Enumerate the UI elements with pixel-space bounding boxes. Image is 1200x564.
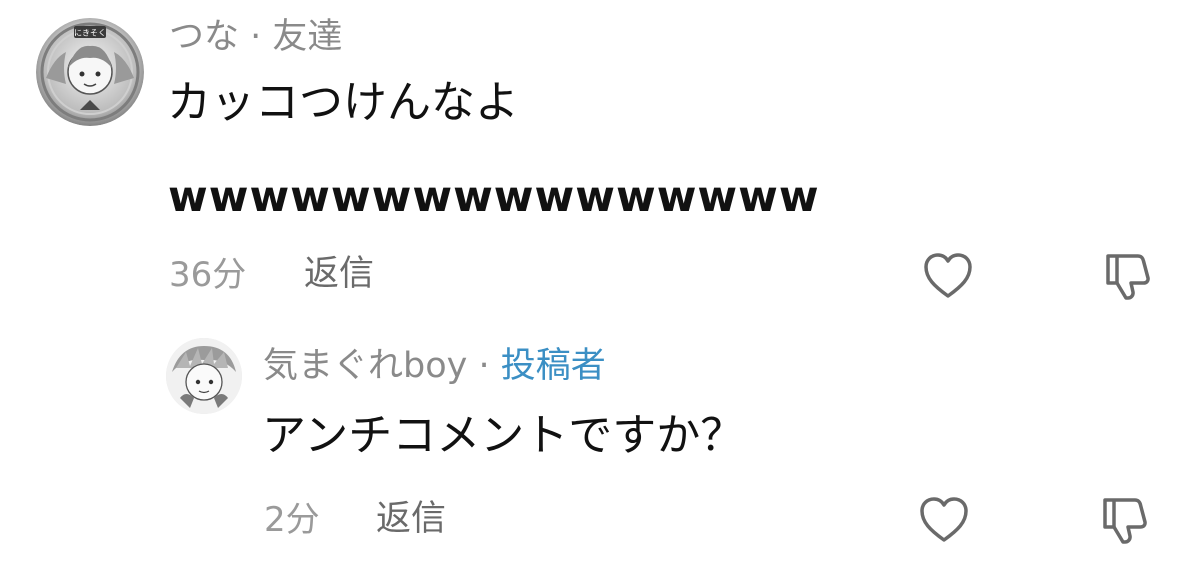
comment-time: 2分	[264, 500, 320, 540]
meta-separator: ·	[467, 346, 501, 386]
poster-badge: 投稿者	[500, 346, 606, 386]
avatar[interactable]	[166, 338, 242, 414]
comment-text-line-1: カッコつけんなよ	[167, 77, 519, 128]
avatar-image: にきそく	[36, 18, 144, 126]
thumbs-down-icon[interactable]	[1100, 250, 1156, 302]
heart-icon[interactable]	[918, 496, 970, 544]
meta-separator: ·	[239, 17, 273, 57]
comment-text: アンチコメントですか？	[262, 410, 745, 461]
author-name[interactable]: 気まぐれboy	[263, 346, 467, 386]
thumbs-down-icon[interactable]	[1097, 494, 1153, 546]
author-name[interactable]: つな	[169, 17, 239, 57]
relation-label: 友達	[272, 17, 343, 57]
comment-text-line-2: wwwwwwwwwwwwwwww	[168, 172, 820, 222]
comment-time: 36分	[169, 255, 247, 295]
comment-meta: 気まぐれboy · 投稿者	[263, 346, 606, 386]
reply-button[interactable]: 返信	[304, 254, 374, 294]
heart-icon[interactable]	[922, 252, 974, 300]
avatar[interactable]: にきそく	[36, 18, 144, 126]
avatar-badge-text: にきそく	[74, 29, 106, 38]
avatar-image	[166, 338, 242, 414]
comment-meta: つな · 友達	[169, 17, 342, 57]
reply-button[interactable]: 返信	[376, 499, 446, 539]
